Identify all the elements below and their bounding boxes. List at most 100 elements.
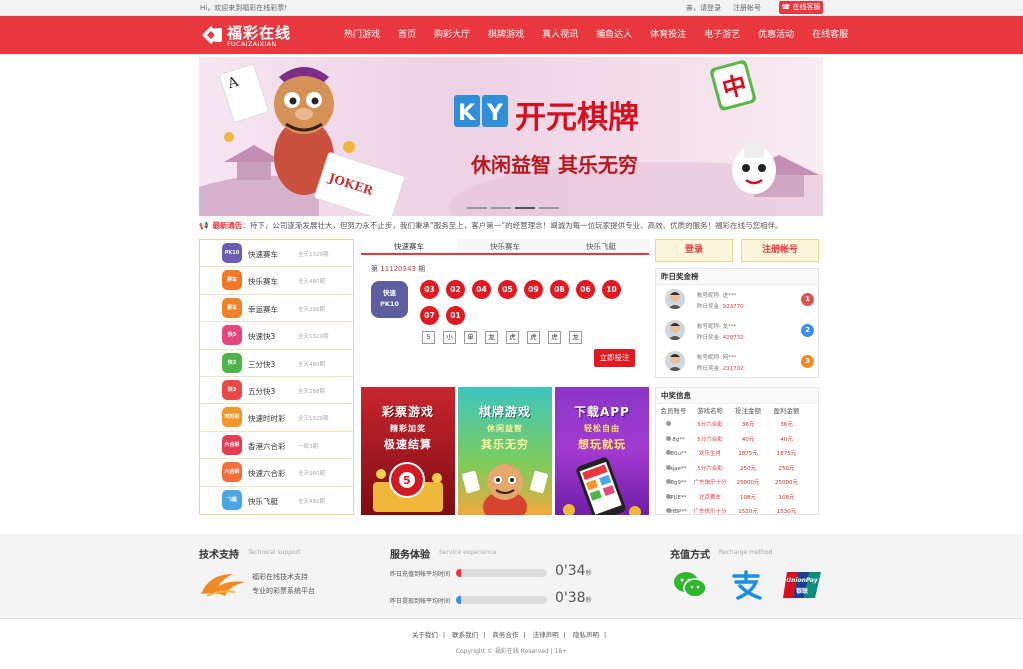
rank-prize: 昨日奖金: 231702 xyxy=(697,364,744,372)
game-name: 三分快3 xyxy=(248,359,276,369)
deposit-time-unit: 秒 xyxy=(585,570,592,577)
promo-line2: 轻松自由 xyxy=(584,424,620,433)
nav-slots[interactable]: 电子游艺 xyxy=(695,16,749,54)
promo-app[interactable]: 下载APP 轻松自由 想玩就玩 xyxy=(555,387,649,515)
draw-tag: 龙 xyxy=(485,331,498,344)
tab-fast-racing[interactable]: 快速赛车 xyxy=(361,239,457,253)
avatar xyxy=(665,289,685,309)
nav-chess-games[interactable]: 棋牌游戏 xyxy=(479,16,533,54)
winner-bet: 108元 xyxy=(740,494,756,501)
link-business[interactable]: 商务合作 xyxy=(492,631,518,639)
rank-prize-value: 420732 xyxy=(722,335,744,341)
pay-subtitle: Recharge method xyxy=(719,549,773,556)
game-list: PK10 快速赛车 全天1329期 赛车 快乐赛车 全天480期 赛车 幸运赛车 全天288期快… xyxy=(199,239,354,515)
nav-menu: 热门游戏 首页 购彩大厅 棋牌游戏 真人视讯 捕鱼达人 体育投注 电子游艺 优惠… xyxy=(335,16,857,54)
avatar xyxy=(665,320,685,340)
game-item[interactable]: 六合彩 快速六合彩 全天960期 xyxy=(200,459,353,487)
draw-tag: 虎 xyxy=(527,331,540,344)
nav-home[interactable]: 首页 xyxy=(389,16,425,54)
lottery-balls-icon: 5 xyxy=(373,462,443,512)
tab-happy-racing[interactable]: 快乐赛车 xyxy=(457,239,553,253)
bet-now-button[interactable]: 立即投注 xyxy=(594,349,635,367)
top-service-button[interactable]: ☎ 在线客服 xyxy=(779,1,823,14)
pk10-icon: 快速 PK10 xyxy=(371,281,408,318)
unionpay-text-cn: 银联 xyxy=(795,588,808,595)
pk10-icon-sub: PK10 xyxy=(380,300,399,308)
welcome-text: Hi，欢迎来到福彩在线彩票! xyxy=(200,4,288,12)
game-name: 香港六合彩 xyxy=(248,441,286,451)
game-item[interactable]: 快3 快速快3 全天1329期 xyxy=(200,322,353,350)
link-privacy[interactable]: 隐私声明 xyxy=(573,631,599,639)
ranking-row: 帐号昵称: 进*** 昨日奖金: 923770 1 xyxy=(656,285,818,316)
top-login-link[interactable]: 亲，请登录 xyxy=(686,3,721,13)
notice-text: ：持下，公司逐渐发展壮大，但努力永不止步，我们秉承“服务至上，客户第一”的经营理… xyxy=(242,221,783,230)
promo-chess[interactable]: 棋牌游戏 休闲益智 其乐无穷 xyxy=(458,387,552,515)
promo-line2: 休闲益智 xyxy=(487,424,523,433)
withdraw-time-value: 0'38 xyxy=(555,590,586,606)
link-legal[interactable]: 法律声明 xyxy=(533,631,559,639)
deposit-bar-fill xyxy=(456,569,462,577)
issue-prefix: 第 xyxy=(371,265,378,273)
game-item[interactable]: 快3 五分快3 全天288期 xyxy=(200,376,353,405)
unionpay-icon[interactable]: UnionPay 银联 xyxy=(783,572,821,598)
game-item[interactable]: 赛车 快乐赛车 全天480期 xyxy=(200,267,353,295)
nav-live-video[interactable]: 真人视讯 xyxy=(533,16,587,54)
game-item[interactable]: 快3 三分快3 全天480期 xyxy=(200,349,353,377)
rank-nick-value: 网*** xyxy=(722,355,737,361)
nav-sports[interactable]: 体育投注 xyxy=(641,16,695,54)
nav-hot-games[interactable]: 热门游戏 xyxy=(335,16,389,54)
notice-label: 最新通告 xyxy=(212,221,243,230)
tab-happy-airship[interactable]: 快乐飞艇 xyxy=(553,239,649,253)
promo-line2: 精彩加奖 xyxy=(390,424,426,433)
lottery-panel: 快速赛车 快乐赛车 快乐飞艇 第 11120343 期 快速 PK10 03 02 0… xyxy=(361,239,649,376)
wechat-pay-icon[interactable] xyxy=(673,571,707,599)
promo-line3: 想玩就玩 xyxy=(578,438,626,451)
game-name: 五分快3 xyxy=(248,386,276,396)
game-item[interactable]: 时时彩 快速时时彩 全天1329期 xyxy=(200,404,353,432)
game-name: 快速赛车 xyxy=(248,250,278,259)
user-icon xyxy=(666,508,671,513)
rank-nick-label: 帐号昵称: xyxy=(697,293,721,299)
service-subtitle: Service experience xyxy=(439,549,497,556)
hero-banner[interactable]: A JOKER K Y 开元棋牌 休闲益智 其乐无穷 中 xyxy=(199,57,823,216)
game-item[interactable]: 六合彩 香港六合彩 一周3期 xyxy=(200,431,353,460)
game-item[interactable]: PK10 快速赛车 全天1329期 xyxy=(200,240,353,268)
nav-lottery-hall[interactable]: 购彩大厅 xyxy=(425,16,479,54)
draw-ball: 05 xyxy=(498,280,517,299)
deposit-time-value: 0'34 xyxy=(555,563,586,579)
nav-online-service[interactable]: 在线客服 xyxy=(803,16,857,54)
copyright: Copyright © 福彩在线 Reserved | 18+ xyxy=(455,648,568,655)
rank-prize-label: 昨日奖金: xyxy=(697,304,721,310)
winner-row: 80u** 5分六合彩 40元 40元 xyxy=(656,433,818,457)
link-contact[interactable]: 联系我们 xyxy=(452,631,478,639)
alipay-icon[interactable] xyxy=(730,570,762,600)
game-item[interactable]: 飞艇 快乐飞艇 全天480期 xyxy=(200,486,353,514)
rank-badge: 1 xyxy=(801,293,814,306)
pk10-icon-text: 快速 xyxy=(383,289,396,297)
game-name: 快速六合彩 xyxy=(248,469,286,479)
winner-row: HBP** 北京赛车 108元 108元 xyxy=(656,491,818,514)
nav-promotions[interactable]: 优惠活动 xyxy=(749,16,803,54)
col-game: 游戏名称 xyxy=(697,407,723,415)
winner-game: 广东快乐十分 xyxy=(693,509,727,515)
svg-text:休闲益智 其乐无穷: 休闲益智 其乐无穷 xyxy=(470,153,638,177)
nav-fishing[interactable]: 捕鱼达人 xyxy=(587,16,641,54)
draw-tag: 龙 xyxy=(569,331,582,344)
logo-pinyin: FUCAIZAIXIAN xyxy=(227,40,277,48)
site-logo[interactable]: 福彩在线 FUCAIZAIXIAN xyxy=(200,22,295,50)
promo-lottery[interactable]: 彩票游戏 精彩加奖 极速结算 5 xyxy=(361,387,455,515)
game-name: 幸运赛车 xyxy=(248,304,278,314)
link-about[interactable]: 关于我们 xyxy=(412,631,438,639)
login-button[interactable]: 登录 xyxy=(655,239,733,262)
withdraw-time: 0'38秒 xyxy=(555,590,592,606)
tech-title: 技术支持 xyxy=(199,550,239,561)
chess-character-icon xyxy=(462,464,548,515)
game-draws: 全天288期 xyxy=(298,388,325,395)
game-draws: 全天288期 xyxy=(298,306,325,313)
register-button[interactable]: 注册帐号 xyxy=(741,239,819,262)
draw-ball: 07 xyxy=(420,306,439,325)
winner-bet: 36元 xyxy=(741,422,755,428)
game-item[interactable]: 赛车 幸运赛车 全天288期 xyxy=(200,294,353,323)
ranking-title: 昨日奖金榜 xyxy=(656,269,818,285)
top-register-link[interactable]: 注册帐号 xyxy=(733,3,761,13)
